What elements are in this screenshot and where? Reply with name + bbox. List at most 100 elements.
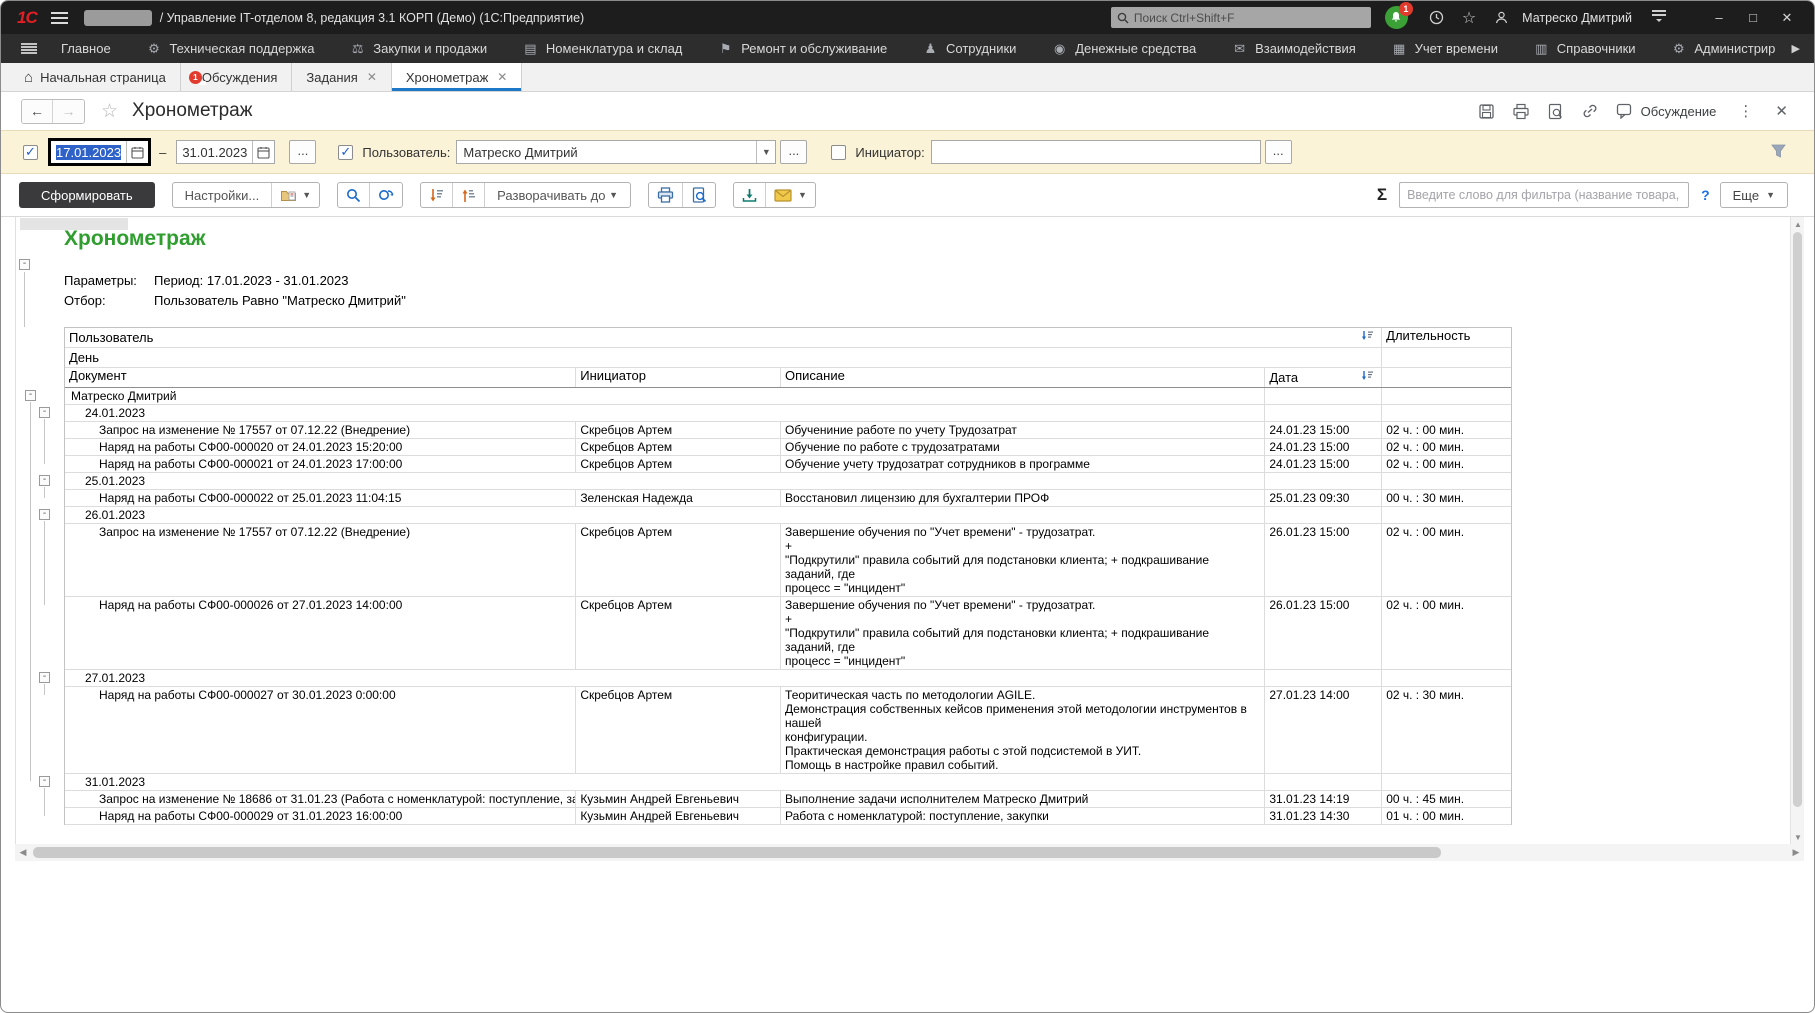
column-header-user[interactable]: Пользователь — [69, 331, 153, 345]
cell-initiator[interactable]: Кузьмин Андрей Евгеньевич — [575, 791, 780, 807]
user-combo-value[interactable]: Матреско Дмитрий — [457, 145, 756, 160]
cell-initiator[interactable]: Скребцов Артем — [575, 456, 780, 472]
cell-date[interactable]: 24.01.23 15:00 — [1264, 422, 1381, 438]
current-user-name[interactable]: Матреско Дмитрий — [1522, 11, 1632, 25]
close-tab-icon[interactable]: ✕ — [497, 70, 507, 84]
collapse-report-header-button[interactable]: - — [19, 259, 30, 270]
period-checkbox[interactable] — [23, 145, 38, 160]
cell-duration[interactable]: 02 ч. : 00 мин. — [1381, 597, 1511, 669]
cell-group[interactable]: 31.01.2023 — [65, 774, 1264, 790]
table-row[interactable]: Запрос на изменение № 18686 от 31.01.23 … — [65, 791, 1511, 808]
initiator-checkbox[interactable] — [831, 145, 846, 160]
column-header-initiator[interactable]: Инициатор — [575, 368, 780, 387]
cell-initiator[interactable]: Скребцов Артем — [575, 597, 780, 669]
section-tab-денежные-средства[interactable]: ◉Денежные средства — [1046, 41, 1202, 57]
date-to-field[interactable]: 31.01.2023 — [176, 140, 275, 164]
more-button[interactable]: Еще▼ — [1720, 182, 1788, 208]
send-email-button[interactable]: ▼ — [765, 183, 815, 207]
vertical-scroll-thumb[interactable] — [1793, 232, 1802, 807]
cell-document[interactable]: Наряд на работы СФ00-000020 от 24.01.202… — [65, 439, 575, 455]
section-tab-техническая-поддержка[interactable]: ⚙Техническая поддержка — [140, 41, 320, 57]
collapse-group-button[interactable]: - — [25, 390, 36, 401]
cell-initiator[interactable]: Скребцов Артем — [575, 687, 780, 773]
cell-document[interactable]: Наряд на работы СФ00-000022 от 25.01.202… — [65, 490, 575, 506]
user-more-button[interactable]: ... — [780, 140, 807, 164]
date-from-value[interactable]: 17.01.2023 — [51, 145, 126, 160]
expand-groups-button[interactable] — [452, 183, 484, 207]
cell-initiator[interactable]: Кузьмин Андрей Евгеньевич — [575, 808, 780, 824]
cell-duration[interactable]: 02 ч. : 30 мин. — [1381, 687, 1511, 773]
date-from-field[interactable]: 17.01.2023 — [50, 140, 149, 164]
cell-description[interactable]: Восстановил лицензию для бухгалтерии ПРО… — [780, 490, 1264, 506]
table-row[interactable]: 25.01.2023 — [65, 473, 1511, 490]
cell-initiator[interactable]: Скребцов Артем — [575, 524, 780, 596]
initiator-more-button[interactable]: ... — [1265, 140, 1292, 164]
sections-menu-icon[interactable] — [21, 43, 37, 54]
table-row[interactable]: 27.01.2023 — [65, 670, 1511, 687]
save-file-button[interactable] — [734, 183, 765, 207]
cell-duration[interactable]: 01 ч. : 00 мин. — [1381, 808, 1511, 824]
cell-duration[interactable]: 00 ч. : 30 мин. — [1381, 490, 1511, 506]
cell-duration[interactable]: 02 ч. : 00 мин. — [1381, 524, 1511, 596]
cell-document[interactable]: Наряд на работы СФ00-000021 от 24.01.202… — [65, 456, 575, 472]
notifications-button[interactable]: 1 — [1385, 6, 1409, 30]
initiator-field[interactable] — [931, 140, 1261, 164]
table-row[interactable]: 26.01.2023 — [65, 507, 1511, 524]
print-button[interactable] — [649, 183, 682, 207]
section-tab-ремонт-и-обслуживание[interactable]: ⚑Ремонт и обслуживание — [712, 41, 893, 57]
cell-date[interactable]: 27.01.23 14:00 — [1264, 687, 1381, 773]
find-next-button[interactable] — [369, 183, 402, 207]
cell-date[interactable]: 24.01.23 15:00 — [1264, 456, 1381, 472]
cell-document[interactable]: Наряд на работы СФ00-000027 от 30.01.202… — [65, 687, 575, 773]
column-header-day[interactable]: День — [65, 348, 1381, 367]
cell-group[interactable]: Матреско Дмитрий — [65, 388, 1264, 404]
cell-date[interactable]: 31.01.23 14:30 — [1264, 808, 1381, 824]
cell-date[interactable]: 26.01.23 15:00 — [1264, 597, 1381, 669]
section-tab-администрир[interactable]: ⚙Администрир — [1665, 41, 1781, 57]
window-tab[interactable]: Хронометраж✕ — [392, 63, 522, 91]
print-icon[interactable] — [1512, 103, 1530, 120]
panels-toggle-icon[interactable] — [1652, 10, 1666, 24]
cell-group[interactable]: 27.01.2023 — [65, 670, 1264, 686]
window-tab[interactable]: Задания✕ — [292, 63, 391, 91]
main-menu-icon[interactable] — [51, 12, 68, 24]
table-row[interactable]: Наряд на работы СФ00-000027 от 30.01.202… — [65, 687, 1511, 774]
maximize-button[interactable]: □ — [1736, 10, 1770, 25]
section-tab-справочники[interactable]: ▥Справочники — [1528, 41, 1642, 57]
cell-description[interactable]: Обучениние работе по учету Трудозатрат — [780, 422, 1264, 438]
filter-funnel-icon[interactable] — [1771, 144, 1786, 161]
sections-overflow-arrow-icon[interactable]: ▶ — [1790, 42, 1814, 55]
user-combo-field[interactable]: Матреско Дмитрий ▼ — [456, 140, 776, 164]
cell-duration[interactable]: 00 ч. : 45 мин. — [1381, 791, 1511, 807]
close-tab-icon[interactable]: ✕ — [367, 70, 377, 84]
table-row[interactable]: Наряд на работы СФ00-000022 от 25.01.202… — [65, 490, 1511, 507]
add-to-favorites-star-icon[interactable]: ☆ — [101, 100, 118, 123]
cell-date[interactable]: 24.01.23 15:00 — [1264, 439, 1381, 455]
collapse-group-button[interactable]: - — [39, 672, 50, 683]
cell-description[interactable]: Обучение по работе с трудозатратами — [780, 439, 1264, 455]
collapse-group-button[interactable]: - — [39, 776, 50, 787]
cell-document[interactable]: Наряд на работы СФ00-000026 от 27.01.202… — [65, 597, 575, 669]
search-input[interactable] — [1134, 11, 1365, 25]
table-row[interactable]: Запрос на изменение № 17557 от 07.12.22 … — [65, 422, 1511, 439]
calendar-icon[interactable] — [126, 141, 148, 163]
horizontal-scroll-thumb[interactable] — [33, 847, 1441, 858]
chevron-down-icon[interactable]: ▼ — [756, 141, 775, 163]
collapse-groups-button[interactable] — [421, 183, 452, 207]
column-header-date[interactable]: Дата — [1264, 368, 1381, 387]
back-button[interactable]: ← — [22, 100, 53, 123]
period-more-button[interactable]: ... — [289, 140, 316, 164]
close-window-button[interactable]: ✕ — [1770, 10, 1804, 26]
favorites-star-icon[interactable]: ☆ — [1462, 8, 1476, 28]
cell-group[interactable]: 26.01.2023 — [65, 507, 1264, 523]
column-header-duration[interactable]: Длительность — [1381, 328, 1511, 347]
cell-description[interactable]: Обучение учету трудозатрат сотрудников в… — [780, 456, 1264, 472]
calendar-icon[interactable] — [252, 141, 274, 163]
cell-initiator[interactable]: Скребцов Артем — [575, 422, 780, 438]
vertical-scrollbar[interactable]: ▲ ▼ — [1790, 217, 1804, 844]
cell-description[interactable]: Завершение обучения по "Учет времени" - … — [780, 524, 1264, 596]
find-button[interactable] — [338, 183, 369, 207]
cell-date[interactable]: 31.01.23 14:19 — [1264, 791, 1381, 807]
generate-button[interactable]: Сформировать — [19, 182, 155, 208]
cell-document[interactable]: Запрос на изменение № 17557 от 07.12.22 … — [65, 422, 575, 438]
